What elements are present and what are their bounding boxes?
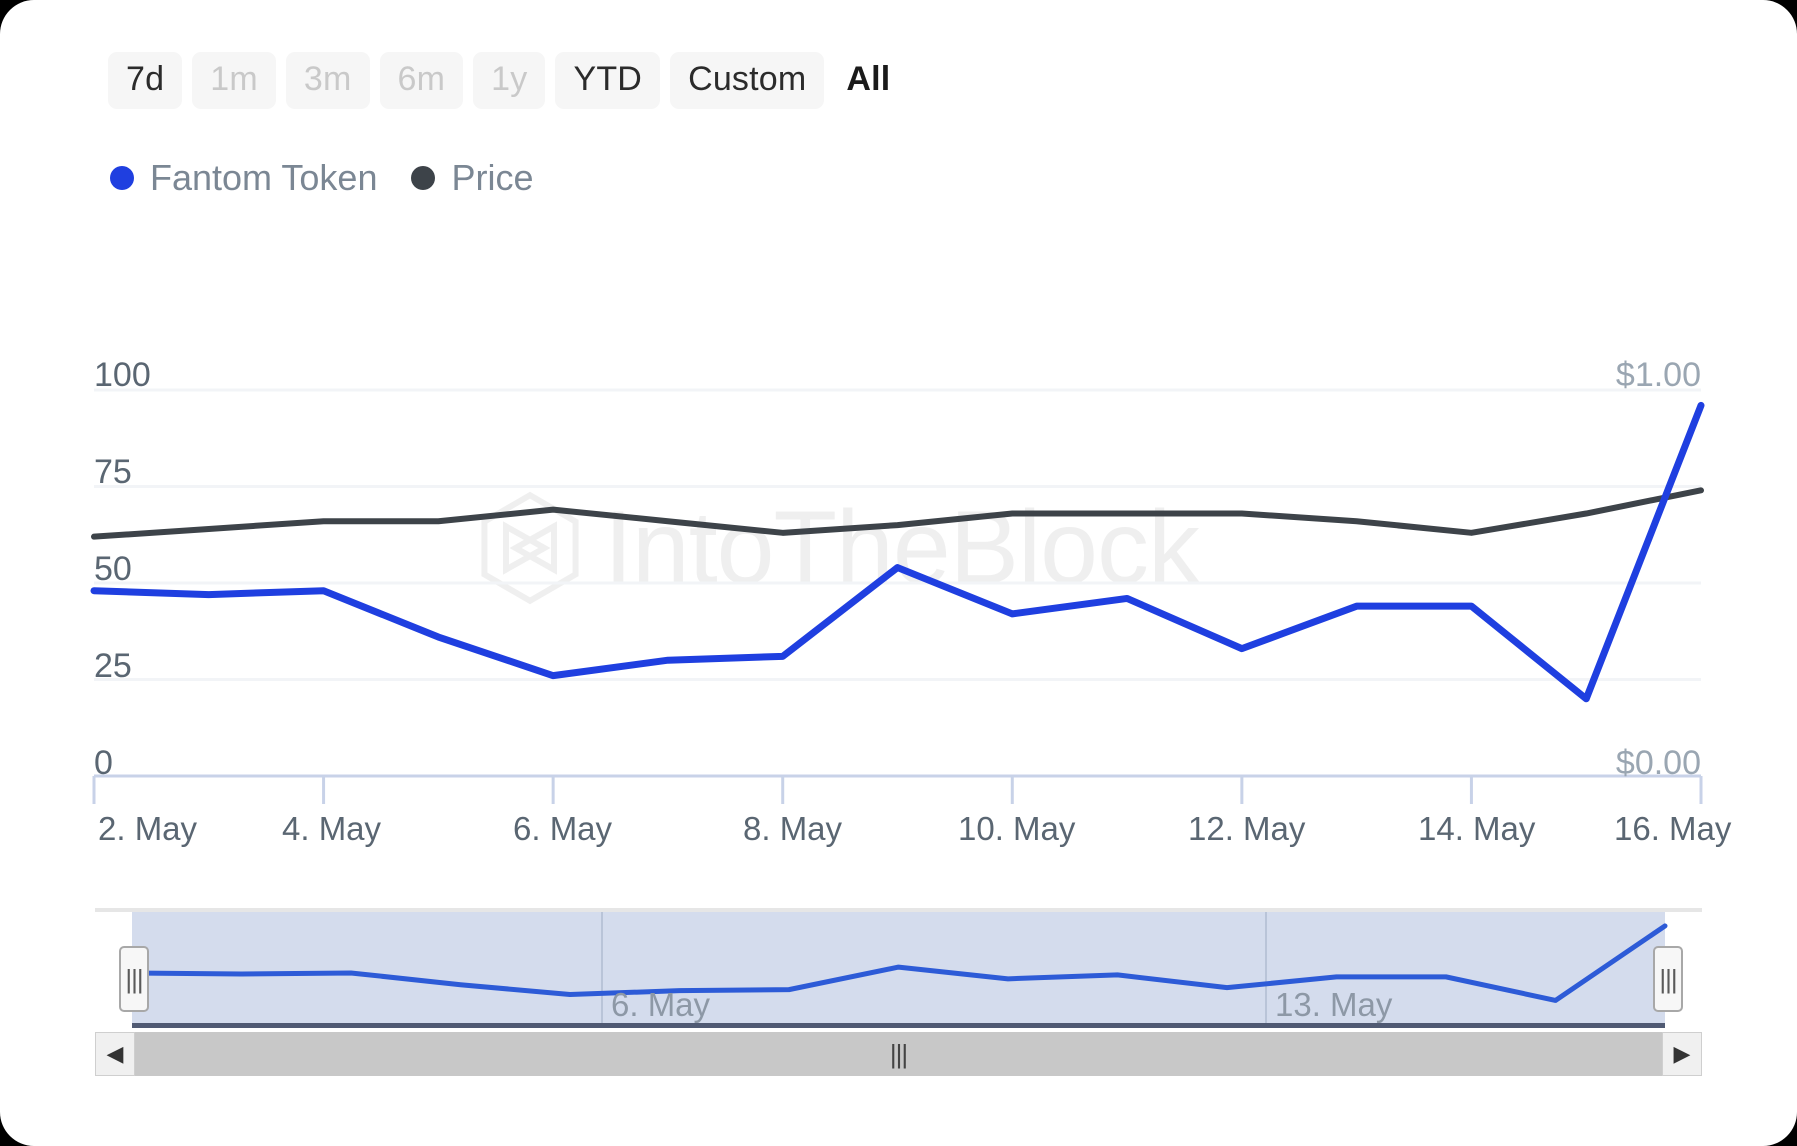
navigator-svg	[129, 923, 1668, 1003]
chart-card: 7d 1m 3m 6m 1y YTD Custom All Fantom Tok…	[0, 0, 1797, 1146]
scrollbar-grip-icon: |||	[889, 1039, 908, 1069]
y-axis-right-label-1: $1.00	[1615, 356, 1701, 394]
y-axis-left-label-50: 50	[94, 550, 132, 588]
navigator-handle-grip-icon: |||	[125, 964, 143, 994]
navigator-handle-left[interactable]: |||	[119, 946, 149, 1012]
x-axis-label-8-may: 8. May	[743, 810, 843, 847]
chart-scrollbar[interactable]: ◀ ||| ▶	[95, 1032, 1702, 1076]
scrollbar-right-arrow-icon[interactable]: ▶	[1662, 1032, 1702, 1076]
series-line-price	[91, 487, 1704, 540]
scrollbar-left-arrow-icon[interactable]: ◀	[95, 1032, 135, 1076]
x-axis-label-12-may: 12. May	[1188, 810, 1306, 847]
x-axis-label-14-may: 14. May	[1418, 810, 1536, 847]
series-line-fantom-token	[90, 401, 1705, 703]
x-axis-ticks	[92, 776, 1703, 804]
x-axis-label-16-may: 16. May	[1614, 810, 1732, 847]
y-axis-left-label-0: 0	[94, 744, 113, 782]
chart-navigator[interactable]: 6. May 13. May ||| |||	[95, 908, 1702, 1028]
y-axis-left-label-100: 100	[94, 356, 151, 394]
y-axis-right-label-0: $0.00	[1615, 744, 1701, 782]
y-axis-left-label-75: 75	[94, 453, 132, 491]
x-axis-label-6-may: 6. May	[513, 810, 613, 847]
x-axis-label-2-may: 2. May	[98, 810, 198, 847]
y-axis-left-label-25: 25	[94, 647, 132, 685]
navigator-series-line	[129, 923, 1668, 1003]
navigator-label-6-may: 6. May	[611, 986, 711, 1023]
gridlines	[94, 388, 1701, 778]
x-axis-label-10-may: 10. May	[958, 810, 1076, 847]
navigator-handle-right[interactable]: |||	[1653, 946, 1683, 1012]
navigator-baseline	[132, 1023, 1665, 1028]
x-axis-label-4-may: 4. May	[282, 810, 382, 847]
navigator-handle-grip-icon: |||	[1659, 964, 1677, 994]
navigator-label-13-may: 13. May	[1275, 986, 1393, 1023]
scrollbar-thumb[interactable]: |||	[135, 1032, 1662, 1076]
